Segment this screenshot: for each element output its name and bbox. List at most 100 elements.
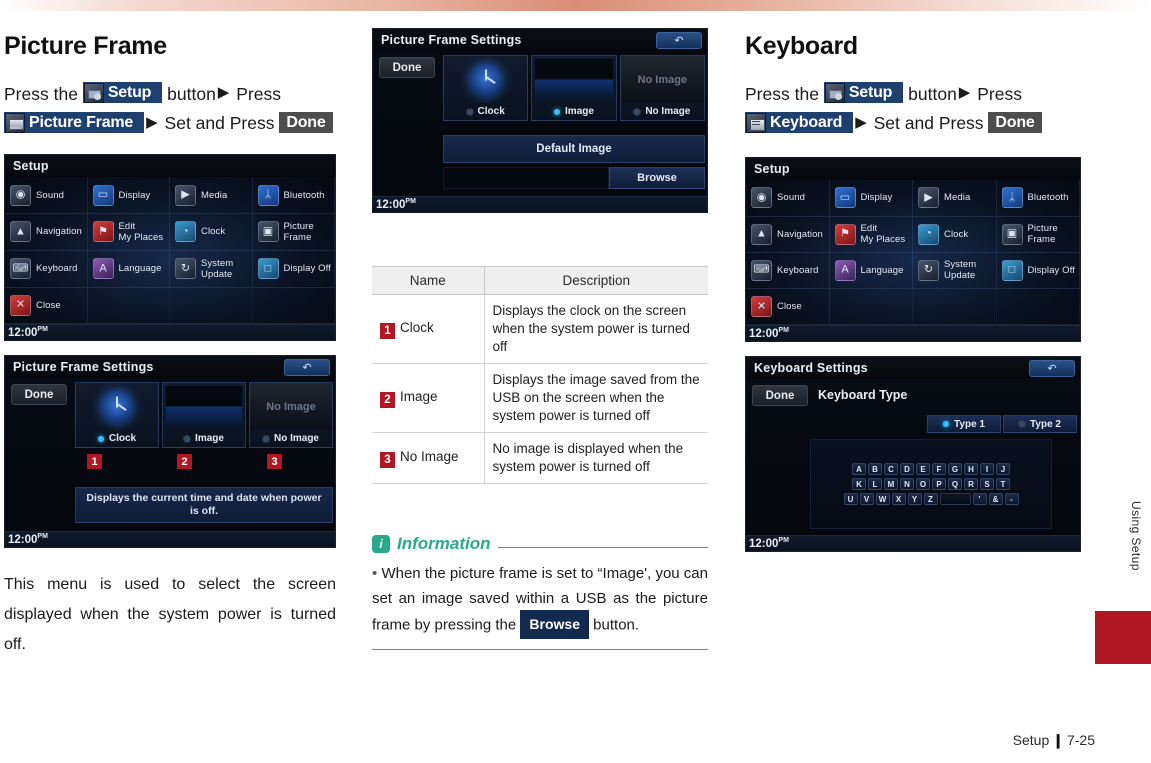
key-v[interactable]: V <box>859 493 874 506</box>
key-x[interactable]: X <box>891 493 906 506</box>
option-label: No Image <box>273 433 319 445</box>
setup-icon-grid[interactable]: ◉ Sound ▭ Display ▶ Media ᛦ Bluetooth ▲ Navigatio… <box>5 177 335 325</box>
setup-item-sound[interactable]: ◉ Sound <box>746 180 830 217</box>
picture-frame-options[interactable]: Clock Image No Image No Image <box>75 382 333 449</box>
key-j[interactable]: J <box>996 463 1010 476</box>
key-l[interactable]: L <box>868 478 882 491</box>
setup-item-media[interactable]: ▶ Media <box>913 180 997 217</box>
picture-frame-option-clock[interactable]: Clock <box>443 55 529 121</box>
key-h[interactable]: H <box>964 463 978 476</box>
key-t[interactable]: T <box>996 478 1010 491</box>
key-q[interactable]: Q <box>948 478 962 491</box>
key-p[interactable]: P <box>932 478 946 491</box>
radio-icon[interactable] <box>184 435 191 442</box>
back-icon[interactable]: ↶ <box>656 32 702 49</box>
setup-badge[interactable]: Setup <box>82 82 163 104</box>
key-e[interactable]: E <box>916 463 930 476</box>
done-badge[interactable]: Done <box>279 112 333 134</box>
radio-icon[interactable] <box>943 421 950 428</box>
key-c[interactable]: C <box>884 463 898 476</box>
setup-item-display-off[interactable]: □ Display Off <box>996 252 1080 289</box>
radio-icon[interactable] <box>262 435 269 442</box>
done-button[interactable]: Done <box>379 57 435 78</box>
browse-button[interactable]: Browse <box>609 167 705 189</box>
setup-item-bluetooth[interactable]: ᛦ Bluetooth <box>252 177 335 214</box>
radio-icon[interactable] <box>97 435 104 442</box>
setup-item-bluetooth[interactable]: ᛦ Bluetooth <box>996 180 1080 217</box>
key-n[interactable]: N <box>900 478 914 491</box>
keyboard-icon: ⌨ <box>751 259 772 281</box>
setup-item-display[interactable]: ▭ Display <box>829 180 913 217</box>
setup-item-keyboard[interactable]: ⌨ Keyboard <box>5 250 88 288</box>
setup-item-sound[interactable]: ◉ Sound <box>5 177 88 214</box>
arrow-icon: ▶ <box>146 114 158 132</box>
radio-icon[interactable] <box>554 108 561 115</box>
key-m[interactable]: M <box>884 478 898 491</box>
key-g[interactable]: G <box>948 463 962 476</box>
setup-item-language[interactable]: A Language <box>829 252 913 289</box>
picture-frame-option-image[interactable]: Image <box>162 382 246 449</box>
setup-badge[interactable]: Setup <box>823 82 904 104</box>
setup-item-label: Display <box>860 192 893 204</box>
setup-item-display[interactable]: ▭ Display <box>87 177 170 214</box>
keyboard-type-label: Type 2 <box>1030 418 1061 430</box>
picture-frame-option-clock[interactable]: Clock <box>75 382 159 449</box>
picture-frame-option-no-image[interactable]: No Image No Image <box>249 382 333 449</box>
radio-icon[interactable] <box>634 108 641 115</box>
back-icon[interactable]: ↶ <box>1029 360 1075 378</box>
key-b[interactable]: B <box>868 463 882 476</box>
key-z[interactable]: Z <box>923 493 938 506</box>
speaker-icon: ◉ <box>10 184 31 206</box>
done-badge[interactable]: Done <box>988 112 1042 134</box>
setup-icon-grid[interactable]: ◉ Sound ▭ Display ▶ Media ᛦ Bluetooth ▲ Navigatio… <box>746 180 1080 326</box>
setup-item-clock[interactable]: ◔ Clock <box>170 214 253 251</box>
key-d[interactable]: D <box>900 463 914 476</box>
setup-item-edit-my-places[interactable]: ⚑ Edit My Places <box>87 214 170 251</box>
setup-item-clock[interactable]: ◔ Clock <box>913 216 997 253</box>
setup-item-navigation[interactable]: ▲ Navigation <box>746 216 830 253</box>
setup-item-picture-frame[interactable]: ▣ Picture Frame <box>252 214 335 251</box>
setup-item-close[interactable]: ✕ Close <box>5 287 88 325</box>
key-k[interactable]: K <box>852 478 866 491</box>
setup-item-system-update[interactable]: ↻ System Update <box>913 252 997 289</box>
keyboard-type-type-1[interactable]: Type 1 <box>927 415 1001 434</box>
setup-item-navigation[interactable]: ▲ Navigation <box>5 214 88 251</box>
keyboard-type-options[interactable]: Type 1 Type 2 <box>927 415 1077 434</box>
setup-item-media[interactable]: ▶ Media <box>170 177 253 214</box>
setup-item-display-off[interactable]: □ Display Off <box>252 250 335 288</box>
keyboard-type-type-2[interactable]: Type 2 <box>1003 415 1077 434</box>
key-'[interactable]: ' <box>972 493 987 506</box>
key-s[interactable]: S <box>980 478 994 491</box>
key-a[interactable]: A <box>852 463 866 476</box>
radio-icon[interactable] <box>1019 421 1026 428</box>
picture-frame-option-no-image[interactable]: No Image No Image <box>619 55 705 121</box>
setup-item-close[interactable]: ✕ Close <box>746 289 830 326</box>
key-&[interactable]: & <box>988 493 1003 506</box>
picture-frame-option-image[interactable]: Image <box>531 55 617 121</box>
setup-item-keyboard[interactable]: ⌨ Keyboard <box>746 252 830 289</box>
picture-frame-badge[interactable]: Picture Frame <box>4 112 145 134</box>
key-y[interactable]: Y <box>907 493 922 506</box>
setup-item-language[interactable]: A Language <box>87 250 170 288</box>
option-label: Clock <box>477 106 505 117</box>
key-u[interactable]: U <box>843 493 858 506</box>
keyboard-badge[interactable]: Keyboard <box>745 112 854 134</box>
key-i[interactable]: I <box>980 463 994 476</box>
setup-item-system-update[interactable]: ↻ System Update <box>170 250 253 288</box>
key-space[interactable] <box>939 493 971 506</box>
default-image-button[interactable]: Default Image <box>443 135 705 163</box>
back-icon[interactable]: ↶ <box>284 359 330 377</box>
setup-item-picture-frame[interactable]: ▣ Picture Frame <box>996 216 1080 253</box>
browse-badge[interactable]: Browse <box>520 610 589 639</box>
key-o[interactable]: O <box>916 478 930 491</box>
key--[interactable]: - <box>1004 493 1019 506</box>
key-f[interactable]: F <box>932 463 946 476</box>
key-r[interactable]: R <box>964 478 978 491</box>
key-w[interactable]: W <box>875 493 890 506</box>
footer-page-number: 7-25 <box>1066 732 1095 748</box>
picture-frame-options[interactable]: Clock Image No Image No Image <box>443 55 705 121</box>
radio-icon[interactable] <box>466 108 473 115</box>
setup-item-edit-my-places[interactable]: ⚑ Edit My Places <box>829 216 913 253</box>
done-button[interactable]: Done <box>752 385 808 407</box>
done-button[interactable]: Done <box>11 384 67 406</box>
